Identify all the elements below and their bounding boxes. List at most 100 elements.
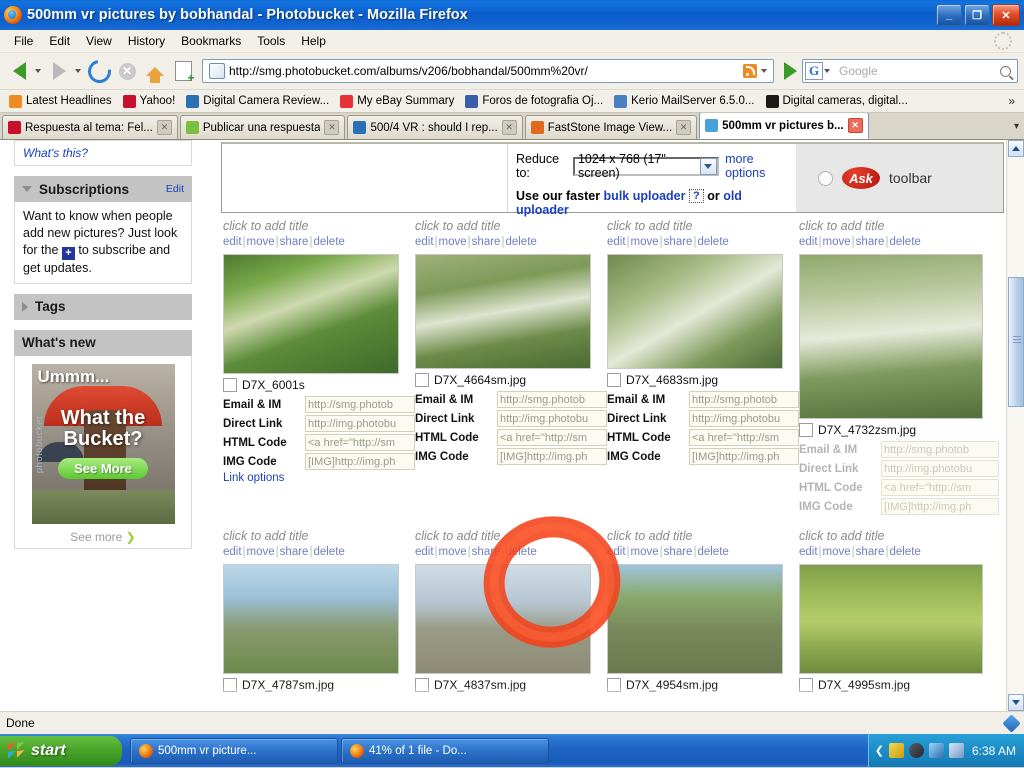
google-icon[interactable]: G (805, 62, 823, 80)
browser-tab[interactable]: Respuesta al tema: Fel... ✕ (2, 115, 178, 139)
more-options-link[interactable]: more options (725, 152, 786, 180)
back-dropdown-icon[interactable] (35, 69, 41, 73)
photo-action-share[interactable]: share (280, 546, 309, 558)
code-field-input[interactable]: [IMG]http://img.ph (497, 448, 607, 465)
photo-title-placeholder[interactable]: click to add title (607, 529, 799, 543)
help-icon[interactable]: ? (688, 189, 704, 203)
gear-icon[interactable] (994, 32, 1012, 50)
forward-dropdown-icon[interactable] (75, 69, 81, 73)
photo-action-share[interactable]: share (664, 546, 693, 558)
chevron-down-icon[interactable] (759, 69, 771, 73)
user-icon[interactable] (948, 743, 964, 758)
close-button[interactable]: ✕ (992, 4, 1020, 26)
ask-toolbar-radio[interactable] (818, 170, 833, 186)
photo-thumbnail[interactable] (415, 564, 591, 674)
taskbar-item[interactable]: 41% of 1 file - Do... (341, 737, 549, 764)
photo-title-placeholder[interactable]: click to add title (223, 529, 415, 543)
photo-select-checkbox[interactable] (415, 678, 429, 692)
bookmark-item[interactable]: My eBay Summary (335, 94, 459, 109)
menu-tools[interactable]: Tools (249, 32, 293, 50)
photo-action-move[interactable]: move (823, 236, 851, 248)
code-field-input[interactable]: http://smg.photob (689, 391, 799, 408)
browser-tab[interactable]: 500/4 VR : should I rep... ✕ (347, 115, 523, 139)
photo-action-move[interactable]: move (631, 546, 659, 558)
photo-title-placeholder[interactable]: click to add title (415, 219, 607, 233)
search-bar[interactable]: G Google (802, 59, 1018, 83)
photo-action-delete[interactable]: delete (697, 546, 728, 558)
photo-action-move[interactable]: move (823, 546, 851, 558)
scroll-up-icon[interactable] (1007, 140, 1024, 157)
photo-action-move[interactable]: move (439, 546, 467, 558)
chevron-down-icon[interactable] (699, 157, 718, 175)
see-more-link[interactable]: See more ❯ (23, 530, 183, 544)
menu-bookmarks[interactable]: Bookmarks (173, 32, 249, 50)
bookmark-item[interactable]: Digital Camera Review... (181, 94, 334, 109)
network-icon[interactable] (928, 743, 944, 758)
photo-action-share[interactable]: share (472, 236, 501, 248)
code-field-input[interactable]: [IMG]http://img.ph (305, 453, 415, 470)
link-options-link[interactable]: Link options (223, 472, 284, 484)
menu-file[interactable]: File (6, 32, 41, 50)
photo-thumbnail[interactable] (415, 254, 591, 369)
photo-title-placeholder[interactable]: click to add title (799, 219, 999, 233)
code-field-input[interactable]: http://img.photobu (689, 410, 799, 427)
photo-action-move[interactable]: move (631, 236, 659, 248)
search-icon[interactable] (1000, 65, 1011, 77)
subscriptions-edit-link[interactable]: Edit (166, 183, 184, 195)
photo-action-share[interactable]: share (664, 236, 693, 248)
code-field-input[interactable]: http://smg.photob (881, 441, 999, 458)
photo-action-move[interactable]: move (247, 236, 275, 248)
menu-edit[interactable]: Edit (41, 32, 78, 50)
photo-action-edit[interactable]: edit (799, 546, 818, 558)
search-engine-chevron-icon[interactable] (824, 69, 830, 73)
photo-action-share[interactable]: share (856, 236, 885, 248)
antivirus-icon[interactable] (888, 743, 904, 758)
photo-thumbnail[interactable] (607, 564, 783, 674)
photo-thumbnail[interactable] (607, 254, 783, 369)
go-button[interactable] (780, 60, 800, 82)
photo-action-delete[interactable]: delete (697, 236, 728, 248)
bookmarks-overflow-icon[interactable]: » (1003, 94, 1020, 108)
photo-select-checkbox[interactable] (223, 378, 237, 392)
photo-action-edit[interactable]: edit (415, 236, 434, 248)
photo-select-checkbox[interactable] (799, 423, 813, 437)
photo-action-edit[interactable]: edit (607, 546, 626, 558)
scroll-down-icon[interactable] (1007, 694, 1024, 711)
search-input[interactable]: Google (833, 64, 1000, 78)
photo-action-move[interactable]: move (439, 236, 467, 248)
browser-tab[interactable]: 500mm vr pictures b... ✕ (699, 113, 869, 139)
tab-list-chevron-icon[interactable]: ▾ (1009, 121, 1024, 132)
menu-help[interactable]: Help (293, 32, 334, 50)
reduce-select[interactable]: 1024 x 768 (17" screen) (572, 152, 720, 180)
code-field-input[interactable]: [IMG]http://img.ph (881, 498, 999, 515)
tray-expand-icon[interactable]: ❮ (875, 744, 884, 757)
see-more-button[interactable]: See More (58, 457, 148, 480)
bulk-uploader-link[interactable]: bulk uploader (604, 189, 686, 203)
rss-feed-icon[interactable] (743, 64, 757, 78)
home-button[interactable] (142, 58, 168, 84)
close-icon[interactable]: ✕ (676, 120, 692, 135)
photo-action-edit[interactable]: edit (799, 236, 818, 248)
bookmark-item[interactable]: Foros de fotografia Oj... (460, 94, 608, 109)
photo-action-delete[interactable]: delete (313, 546, 344, 558)
code-field-input[interactable]: http://img.photobu (497, 410, 607, 427)
taskbar-item[interactable]: 500mm vr picture... (130, 737, 338, 764)
photo-action-share[interactable]: share (472, 546, 501, 558)
code-field-input[interactable]: [IMG]http://img.ph (689, 448, 799, 465)
close-icon[interactable]: ✕ (156, 120, 172, 135)
menu-history[interactable]: History (120, 32, 173, 50)
close-icon[interactable]: ✕ (501, 120, 517, 135)
photo-action-edit[interactable]: edit (607, 236, 626, 248)
taskbar-clock[interactable]: 6:38 AM (972, 744, 1016, 758)
photo-title-placeholder[interactable]: click to add title (799, 529, 999, 543)
reload-button[interactable] (82, 54, 116, 88)
photo-action-delete[interactable]: delete (505, 546, 536, 558)
code-field-input[interactable]: http://img.photobu (881, 460, 999, 477)
code-field-input[interactable]: http://smg.photob (305, 396, 415, 413)
photo-select-checkbox[interactable] (415, 373, 429, 387)
promo-image[interactable]: Ummm... What the Bucket? See More photob… (31, 363, 175, 524)
photo-thumbnail[interactable] (223, 564, 399, 674)
photo-action-share[interactable]: share (280, 236, 309, 248)
whats-this-link[interactable]: What's this? (23, 146, 88, 160)
restore-button[interactable]: ❐ (964, 4, 990, 26)
